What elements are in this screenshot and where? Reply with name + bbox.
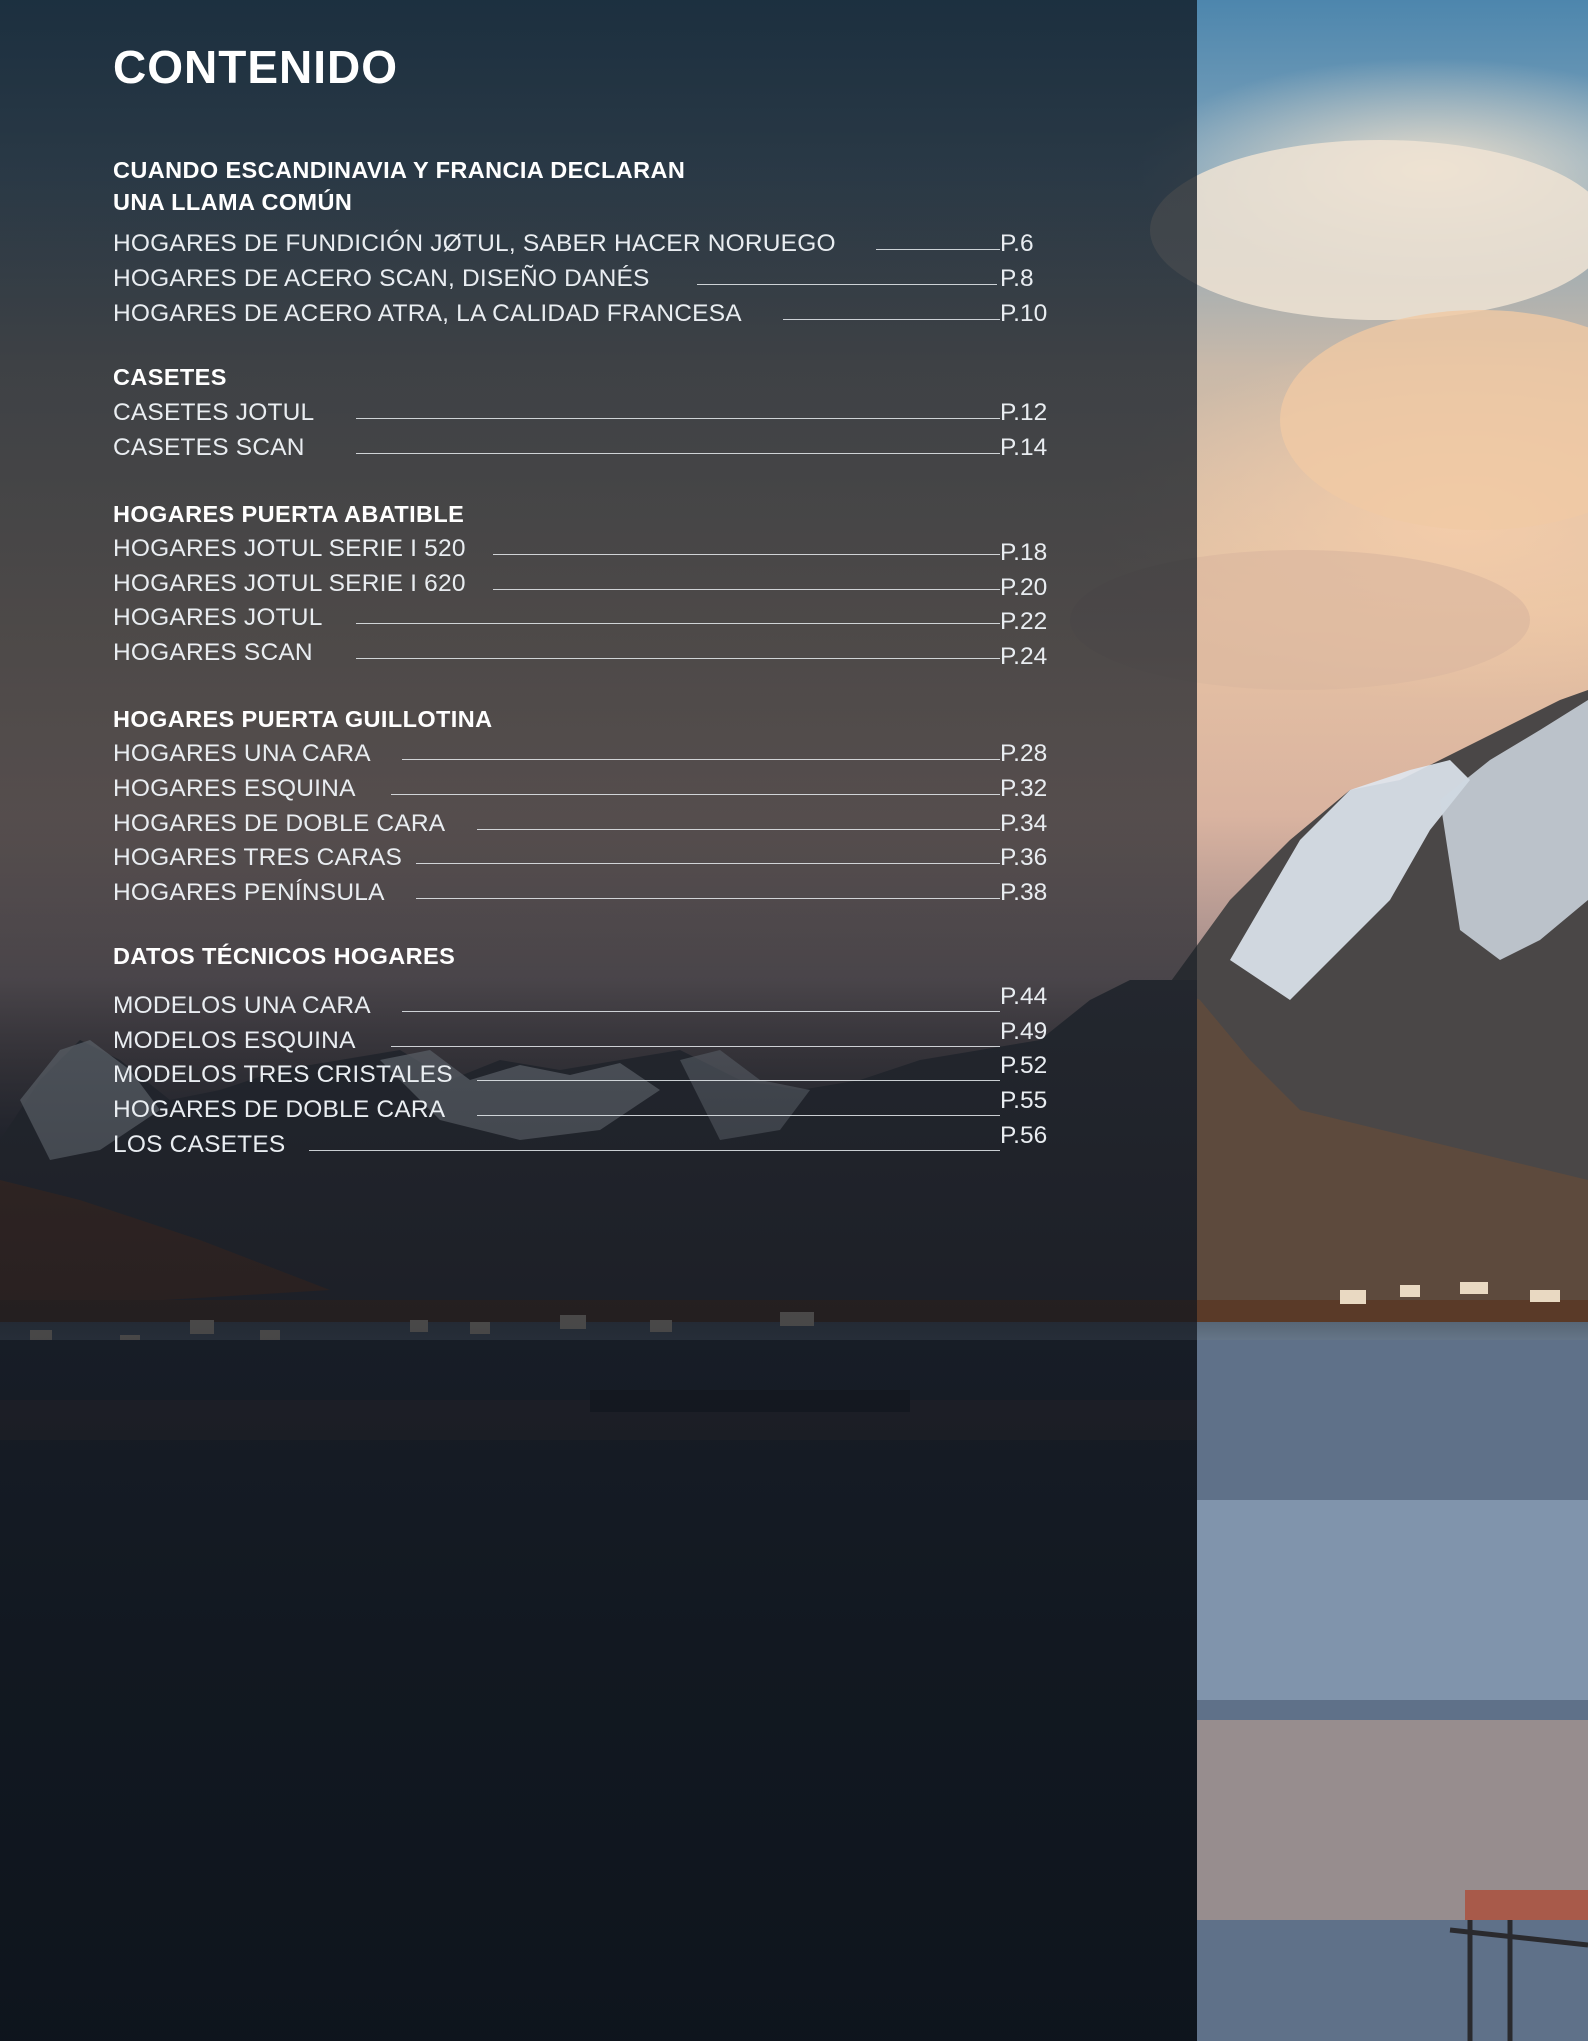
toc-leader-line (876, 249, 1000, 250)
toc-entry[interactable]: HOGARES JOTUL P.22 (113, 601, 1053, 635)
toc-entry[interactable]: HOGARES UNA CARA P.28 (113, 737, 1053, 771)
toc-leader-line (402, 759, 1000, 760)
toc-entry[interactable]: CASETES SCAN P.14 (113, 431, 1053, 465)
section-heading-2: CASETES (113, 364, 227, 390)
toc-entry-label: CASETES SCAN (113, 434, 305, 461)
toc-entry[interactable]: MODELOS UNA CARA P.44 (113, 983, 1053, 1023)
toc-entry-page: P.28 (1000, 740, 1048, 767)
toc-entry-label: HOGARES DE ACERO SCAN, DISEÑO DANÉS (113, 265, 650, 292)
toc-entry-page: P.14 (1000, 434, 1048, 461)
toc-leader-line (416, 863, 1000, 864)
section-heading-5: DATOS TÉCNICOS HOGARES (113, 943, 456, 969)
toc-entry-page: P.20 (1000, 574, 1048, 601)
toc-entry[interactable]: HOGARES DE ACERO ATRA, LA CALIDAD FRANCE… (113, 297, 1053, 331)
toc-entry-label: HOGARES PENÍNSULA (113, 879, 385, 906)
toc-entry-page: P.55 (1000, 1087, 1048, 1114)
toc-leader-line (783, 319, 1000, 320)
toc-entry-label: HOGARES UNA CARA (113, 740, 371, 767)
toc-entry-page: P.22 (1000, 608, 1048, 635)
toc-leader-line (391, 1046, 1000, 1047)
toc-entry-label: LOS CASETES (113, 1131, 286, 1158)
toc-entry[interactable]: HOGARES PENÍNSULA P.38 (113, 876, 1053, 910)
toc-leader-line (493, 554, 1000, 555)
toc-entry[interactable]: HOGARES SCAN P.24 (113, 636, 1053, 670)
toc-entry-label: HOGARES JOTUL SERIE I 620 (113, 570, 466, 597)
toc-entry-label: HOGARES DE DOBLE CARA (113, 1096, 446, 1123)
toc-entry-page: P.34 (1000, 810, 1048, 837)
toc-entry[interactable]: HOGARES DE ACERO SCAN, DISEÑO DANÉS P.8 (113, 262, 1053, 296)
toc-entry[interactable]: HOGARES DE FUNDICIÓN JØTUL, SABER HACER … (113, 227, 1053, 261)
toc-entry[interactable]: MODELOS ESQUINA P.49 (113, 1018, 1053, 1058)
toc-entry-page: P.52 (1000, 1052, 1048, 1079)
toc-entry-page: P.44 (1000, 983, 1048, 1010)
toc-leader-line (697, 284, 997, 285)
toc-entry-label: CASETES JOTUL (113, 399, 315, 426)
section-heading-1-line2: UNA LLAMA COMÚN (113, 189, 353, 215)
toc-title: CONTENIDO (113, 41, 398, 93)
toc-entry[interactable]: LOS CASETES P.56 (113, 1122, 1053, 1162)
toc-entry[interactable]: HOGARES DE DOBLE CARA P.55 (113, 1087, 1053, 1127)
toc-entry-label: HOGARES DE FUNDICIÓN JØTUL, SABER HACER … (113, 230, 836, 257)
toc-leader-line (416, 898, 1000, 899)
toc-leader-line (477, 1115, 1000, 1116)
catalog-page: CONTENIDO CUANDO ESCANDINAVIA Y FRANCIA … (0, 0, 1588, 2041)
toc-leader-line (356, 623, 1000, 624)
section-heading-3: HOGARES PUERTA ABATIBLE (113, 501, 465, 527)
toc-leader-line (309, 1150, 1000, 1151)
toc-entry-page: P.18 (1000, 539, 1048, 566)
toc-leader-line (477, 829, 1000, 830)
toc-entry-label: HOGARES SCAN (113, 639, 313, 666)
toc-entry-label: HOGARES DE DOBLE CARA (113, 810, 446, 837)
section-heading-1: CUANDO ESCANDINAVIA Y FRANCIA DECLARAN (113, 157, 686, 183)
toc-entry[interactable]: HOGARES ESQUINA P.32 (113, 772, 1053, 806)
toc-entry-label: HOGARES TRES CARAS (113, 844, 403, 871)
toc-entry[interactable]: HOGARES TRES CARAS P.36 (113, 841, 1053, 875)
toc-leader-line (493, 589, 1000, 590)
toc-leader-line (356, 418, 1000, 419)
toc-leader-line (356, 658, 1000, 659)
toc-entry-page: P.24 (1000, 643, 1048, 670)
toc-entry-page: P.49 (1000, 1018, 1048, 1045)
toc-entry-page: P.32 (1000, 775, 1048, 802)
section-heading-4: HOGARES PUERTA GUILLOTINA (113, 706, 493, 732)
toc-entry-label: MODELOS UNA CARA (113, 992, 371, 1019)
toc-entry-label: HOGARES JOTUL SERIE I 520 (113, 535, 466, 562)
toc-leader-line (356, 453, 1000, 454)
toc-entry-page: P.6 (1000, 230, 1034, 257)
toc-leader-line (477, 1080, 1000, 1081)
toc-entry-page: P.8 (1000, 265, 1034, 292)
toc-entry[interactable]: CASETES JOTUL P.12 (113, 396, 1053, 430)
toc-entry-label: HOGARES ESQUINA (113, 775, 356, 802)
toc-entry-page: P.12 (1000, 399, 1048, 426)
toc-entry-label: HOGARES DE ACERO ATRA, LA CALIDAD FRANCE… (113, 300, 742, 327)
toc-entry-page: P.36 (1000, 844, 1048, 871)
toc-entry[interactable]: HOGARES JOTUL SERIE I 620 P.20 (113, 567, 1053, 601)
toc-entry[interactable]: MODELOS TRES CRISTALES P.52 (113, 1052, 1053, 1092)
toc-entry-page: P.38 (1000, 879, 1048, 906)
toc-entry-label: MODELOS ESQUINA (113, 1027, 356, 1054)
toc-entry[interactable]: HOGARES JOTUL SERIE I 520 P.18 (113, 532, 1053, 566)
toc-entry-page: P.56 (1000, 1122, 1048, 1149)
toc-leader-line (402, 1011, 1000, 1012)
toc-entry-label: HOGARES JOTUL (113, 604, 323, 631)
toc-entry[interactable]: HOGARES DE DOBLE CARA P.34 (113, 807, 1053, 841)
toc-leader-line (391, 794, 1000, 795)
toc-entry-label: MODELOS TRES CRISTALES (113, 1061, 453, 1088)
toc-entry-page: P.10 (1000, 300, 1048, 327)
